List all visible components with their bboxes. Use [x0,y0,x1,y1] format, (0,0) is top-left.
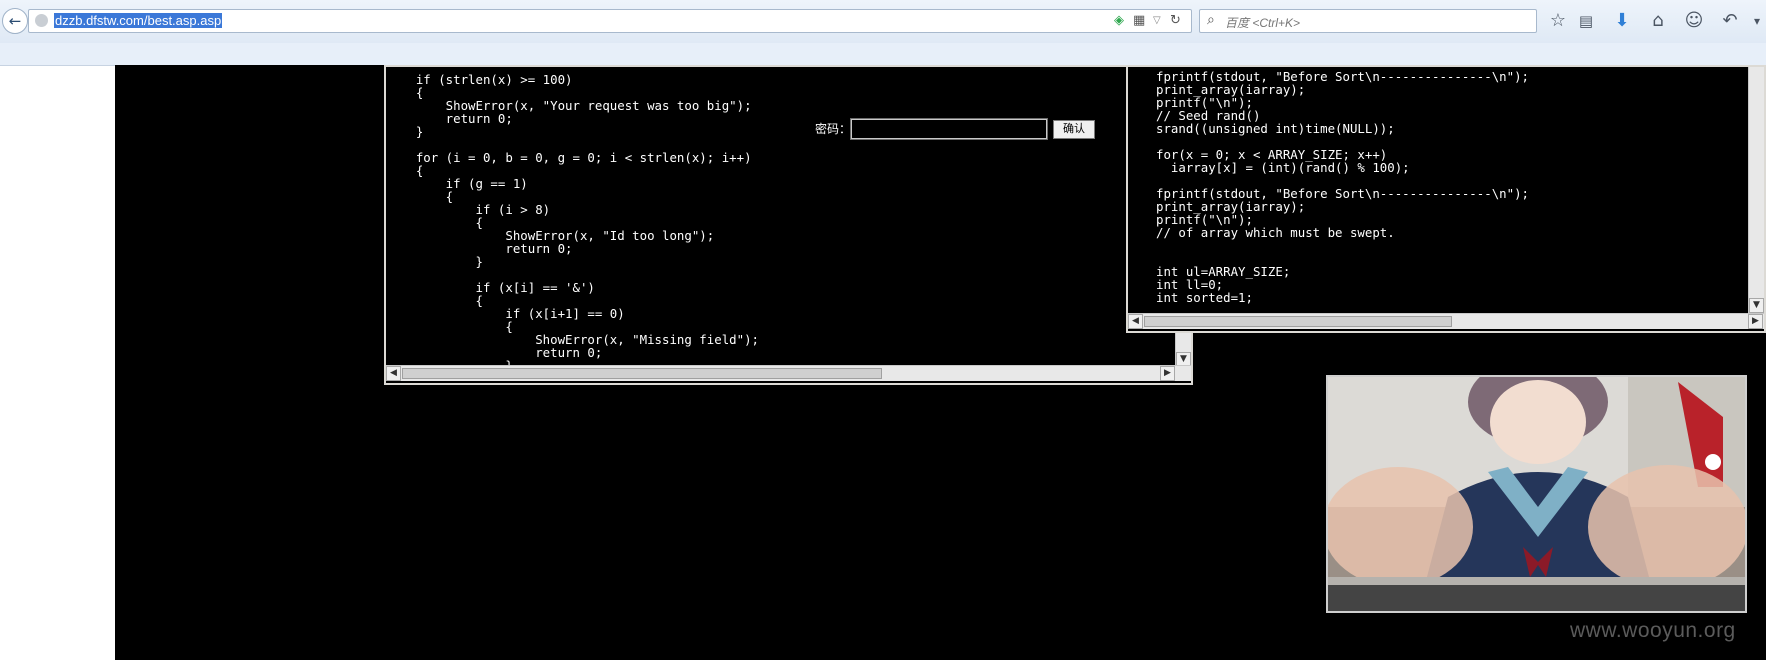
left-horizontal-scrollbar[interactable]: ◀ ▶ [386,365,1191,381]
scroll-left-icon[interactable]: ◀ [1128,314,1143,329]
shield-icon[interactable]: ◈ [1114,13,1124,28]
left-code-window: if (strlen(x) >= 100) { ShowError(x, "Yo… [384,65,1193,385]
qr-code-icon[interactable]: ▦ [1133,13,1145,28]
code-line: return 0; [386,111,513,126]
anime-girl-image [1328,377,1745,611]
video-frame[interactable] [1326,375,1747,613]
code-line: // of array which must be swept. [1156,225,1395,240]
code-line: if (strlen(x) >= 100) [386,72,573,87]
scrollbar-thumb[interactable] [1144,316,1452,327]
left-code-text: if (strlen(x) >= 100) { ShowError(x, "Yo… [386,73,759,372]
chat-icon[interactable]: ☺ [1683,10,1705,32]
back-icon: ← [8,12,22,30]
scroll-left-icon[interactable]: ◀ [386,366,401,381]
scrollbar-thumb[interactable] [402,368,882,379]
reload-icon[interactable]: ↻ [1170,13,1181,28]
dropdown-icon[interactable]: ▽ [1153,13,1161,28]
undo-icon[interactable]: ↶ [1719,10,1741,32]
search-placeholder: 百度 <Ctrl+K> [1225,16,1301,30]
download-icon[interactable]: ⬇ [1611,10,1633,32]
right-code-window: fprintf(stdout, "Before Sort\n----------… [1126,65,1766,333]
reading-list-icon[interactable]: ▤ [1575,10,1597,32]
code-line: for (i = 0, b = 0, g = 0; i < strlen(x);… [386,150,752,165]
menu-icon[interactable]: ▾ [1746,10,1766,32]
right-horizontal-scrollbar[interactable]: ◀ ▶ [1128,313,1764,329]
home-icon[interactable]: ⌂ [1647,10,1669,32]
password-input[interactable] [850,118,1048,140]
code-line: srand((unsigned int)time(NULL)); [1156,121,1395,136]
address-bar[interactable]: dzzb.dfstw.com/best.asp.asp ◈ ▦ ▽ ↻ [28,9,1192,33]
code-line: } [386,254,483,269]
watermark: www.wooyun.org [1570,619,1736,642]
code-line: } [386,124,424,139]
browser-toolbar: ← dzzb.dfstw.com/best.asp.asp ◈ ▦ ▽ ↻ ⌕ … [0,0,1766,43]
url-text[interactable]: dzzb.dfstw.com/best.asp.asp [54,13,223,28]
search-icon: ⌕ [1207,12,1215,28]
code-line: int sorted=1; [1156,290,1253,305]
scroll-down-icon[interactable]: ▼ [1749,298,1764,313]
code-line: iarray[x] = (int)(rand() % 100); [1156,160,1410,175]
password-label: 密码： [815,122,852,136]
scroll-right-icon[interactable]: ▶ [1748,314,1763,329]
scroll-right-icon[interactable]: ▶ [1160,366,1175,381]
bookmark-star-icon[interactable]: ☆ [1547,10,1569,32]
bookmarks-bar [0,43,1766,66]
right-vertical-scrollbar[interactable]: ▼ [1748,67,1764,313]
right-code-text: fprintf(stdout, "Before Sort\n----------… [1156,70,1529,304]
back-button[interactable]: ← [2,8,28,34]
search-input[interactable]: ⌕ 百度 <Ctrl+K> [1199,9,1537,33]
site-identity-icon[interactable] [35,14,48,27]
confirm-button[interactable]: 确认 [1053,120,1095,139]
